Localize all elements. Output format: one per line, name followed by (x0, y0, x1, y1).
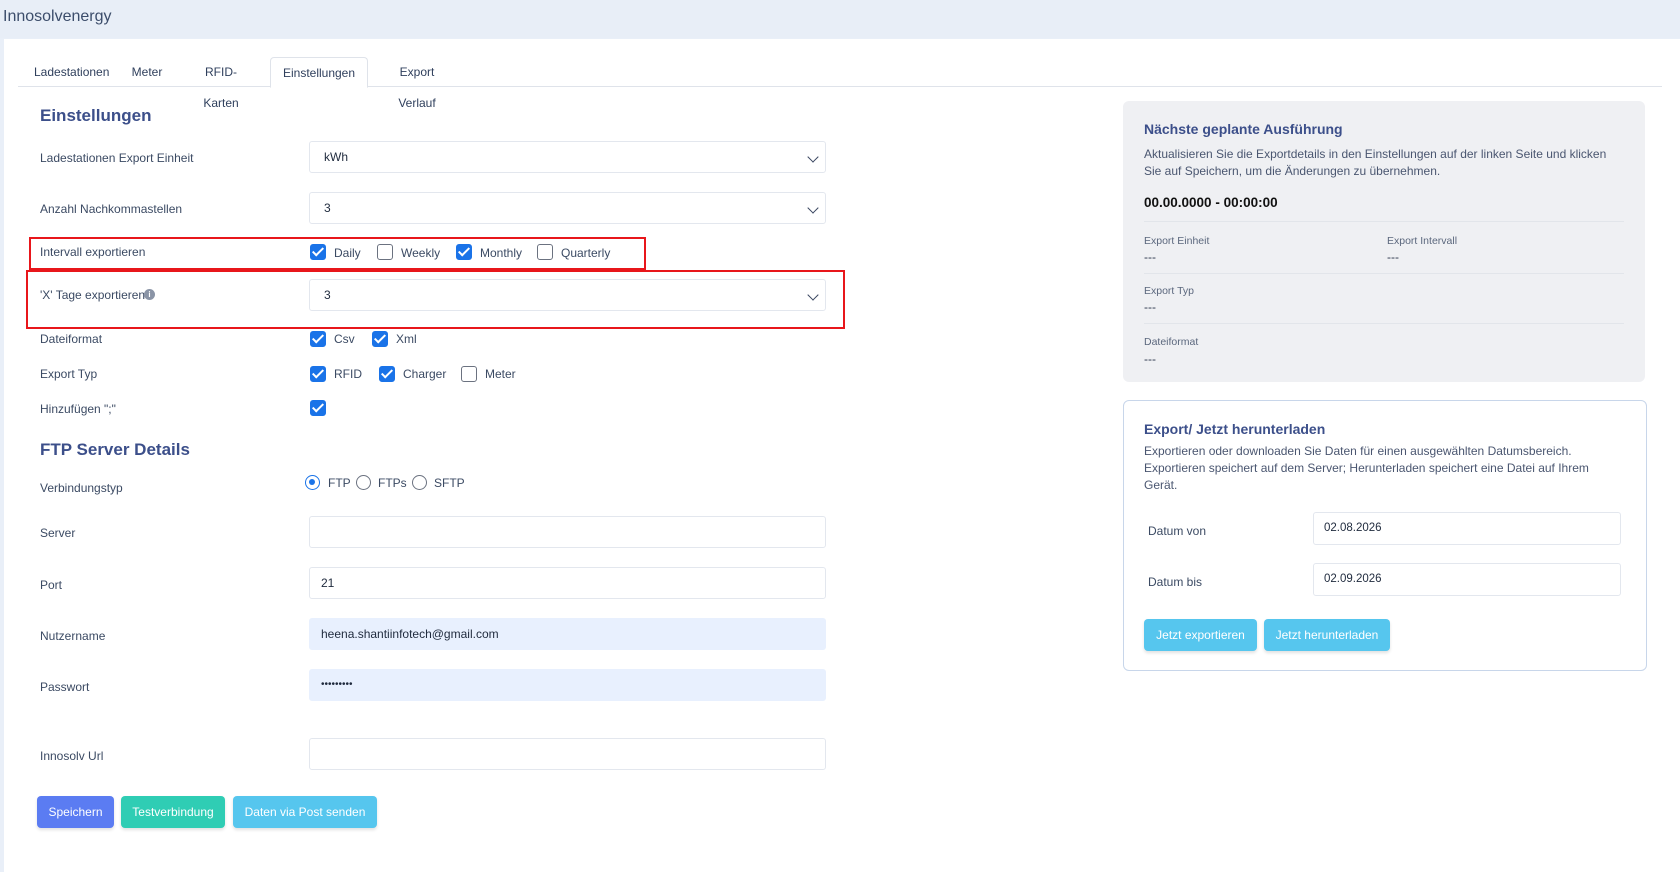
export-type-label: Export Typ (40, 367, 98, 381)
checkbox-quarterly-label: Quarterly (561, 246, 611, 260)
file-format-summary-value: --- (1144, 352, 1156, 366)
server-label: Server (40, 526, 76, 540)
decimals-label: Anzahl Nachkommastellen (40, 202, 183, 216)
next-run-description-2: Sie auf Speichern, um die Änderungen zu … (1144, 164, 1441, 178)
connection-type-label: Verbindungstyp (40, 481, 123, 495)
password-label: Passwort (40, 680, 90, 694)
chevron-down-icon (807, 202, 819, 214)
download-now-button[interactable]: Jetzt herunterladen (1264, 619, 1390, 651)
tab-meter[interactable]: Meter (131, 57, 163, 86)
checkbox-quarterly[interactable] (537, 244, 553, 260)
export-now-description-2: Exportieren speichert auf dem Server; He… (1144, 461, 1589, 475)
test-connection-button[interactable]: Testverbindung (121, 796, 225, 828)
export-unit-summary-label: Export Einheit (1144, 235, 1210, 247)
checkbox-charger-label: Charger (403, 367, 447, 381)
info-icon[interactable]: i (144, 289, 155, 300)
checkbox-meter[interactable] (461, 366, 477, 382)
settings-title: Einstellungen (40, 106, 152, 125)
date-from-input[interactable]: 02.08.2026 (1313, 512, 1621, 545)
export-now-description-3: Gerät. (1144, 478, 1178, 492)
checkbox-monthly-label: Monthly (480, 246, 523, 260)
checkbox-weekly-label: Weekly (401, 246, 441, 260)
x-days-select[interactable]: 3 (309, 279, 826, 311)
export-unit-select[interactable]: kWh (309, 141, 826, 173)
chevron-down-icon (807, 289, 819, 301)
file-format-summary-label: Dateiformat (1144, 336, 1199, 348)
next-run-datetime: 00.00.0000 - 00:00:00 (1144, 195, 1278, 210)
tab-einstellungen[interactable]: Einstellungen (270, 57, 368, 88)
ftp-title: FTP Server Details (40, 440, 190, 459)
checkbox-charger[interactable] (379, 366, 395, 382)
checkbox-daily[interactable] (310, 244, 326, 260)
checkbox-rfid-label: RFID (334, 367, 362, 381)
chevron-down-icon (807, 151, 819, 163)
brand-title: Innosolvenergy (3, 8, 112, 25)
radio-sftp[interactable] (412, 475, 427, 490)
next-run-title: Nächste geplante Ausführung (1144, 121, 1343, 137)
export-now-description-1: Exportieren oder downloaden Sie Daten fü… (1144, 444, 1572, 458)
date-to-label: Datum bis (1148, 575, 1203, 589)
radio-ftps[interactable] (356, 475, 371, 490)
checkbox-csv-label: Csv (334, 332, 355, 346)
checkbox-semicolon[interactable] (310, 400, 326, 416)
date-from-label: Datum von (1148, 524, 1207, 538)
server-input[interactable] (309, 516, 826, 548)
decimals-value: 3 (324, 201, 331, 215)
semicolon-label: Hinzufügen ";" (40, 402, 116, 416)
checkbox-monthly[interactable] (456, 244, 472, 260)
radio-ftps-label: FTPs (378, 476, 407, 490)
export-interval-summary-value: --- (1387, 250, 1399, 264)
username-input[interactable]: heena.shantiinfotech@gmail.com (309, 618, 826, 650)
checkbox-weekly[interactable] (377, 244, 393, 260)
divider (1144, 273, 1624, 274)
divider (1144, 221, 1624, 222)
checkbox-xml[interactable] (372, 331, 388, 347)
export-type-summary-value: --- (1144, 300, 1156, 314)
decimals-select[interactable]: 3 (309, 192, 826, 224)
next-run-description-1: Aktualisieren Sie die Exportdetails in d… (1144, 147, 1607, 161)
export-unit-label: Ladestationen Export Einheit (40, 151, 194, 165)
checkbox-xml-label: Xml (396, 332, 417, 346)
innosolv-url-label: Innosolv Url (40, 749, 104, 763)
port-label: Port (40, 578, 63, 592)
export-unit-summary-value: --- (1144, 250, 1156, 264)
radio-ftp-label: FTP (328, 476, 351, 490)
x-days-value: 3 (324, 288, 331, 302)
checkbox-csv[interactable] (310, 331, 326, 347)
checkbox-daily-label: Daily (334, 246, 361, 260)
divider (1144, 323, 1624, 324)
export-now-title: Export/ Jetzt herunterladen (1144, 421, 1326, 437)
tab-bar: Ladestationen Meter RFID-Karten Einstell… (18, 57, 1662, 110)
export-now-button[interactable]: Jetzt exportieren (1144, 619, 1257, 651)
export-type-summary-label: Export Typ (1144, 285, 1194, 297)
radio-ftp[interactable] (305, 475, 320, 490)
date-to-input[interactable]: 02.09.2026 (1313, 563, 1621, 596)
top-bar: Innosolvenergy (0, 0, 1680, 38)
interval-label: Intervall exportieren (40, 245, 146, 259)
checkbox-rfid[interactable] (310, 366, 326, 382)
send-post-button[interactable]: Daten via Post senden (233, 796, 377, 828)
tab-rfid-karten[interactable]: RFID-Karten (188, 57, 254, 110)
save-button[interactable]: Speichern (37, 796, 114, 828)
innosolv-url-input[interactable] (309, 738, 826, 770)
password-input[interactable]: ••••••••• (309, 669, 826, 701)
export-unit-value: kWh (324, 150, 348, 164)
radio-sftp-label: SFTP (434, 476, 465, 490)
username-label: Nutzername (40, 629, 106, 643)
file-format-label: Dateiformat (40, 332, 103, 346)
tab-ladestationen[interactable]: Ladestationen (34, 57, 109, 86)
checkbox-meter-label: Meter (485, 367, 516, 381)
export-interval-summary-label: Export Intervall (1387, 235, 1458, 247)
tab-export-verlauf[interactable]: Export Verlauf (380, 57, 454, 110)
x-days-label: 'X' Tage exportieren (40, 288, 146, 302)
port-input[interactable]: 21 (309, 567, 826, 599)
